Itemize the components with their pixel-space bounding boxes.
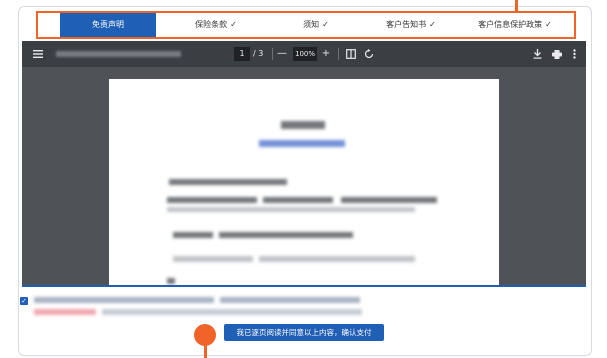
print-icon[interactable] [550, 41, 564, 67]
pdf-page [109, 79, 499, 285]
page-total: / 3 [253, 49, 264, 58]
checkmark-icon: ✓ [230, 20, 237, 29]
toolbar-divider [338, 48, 339, 60]
blurred-text [263, 197, 333, 203]
checkmark-icon: ✓ [429, 20, 436, 29]
checkmark-icon: ✓ [322, 20, 329, 29]
rotate-icon[interactable] [362, 41, 376, 67]
fit-page-icon[interactable] [344, 41, 358, 67]
download-icon[interactable] [530, 41, 544, 67]
annotation-marker-dot [194, 324, 216, 346]
zoom-input[interactable]: 100% [293, 47, 317, 61]
tab-customer-notice[interactable]: 客户告知书 ✓ [366, 13, 456, 37]
tab-notice[interactable]: 须知 ✓ [276, 13, 356, 37]
tab-label: 客户告知书 [386, 20, 427, 29]
viewer-bottom-border [22, 285, 586, 287]
blurred-text [341, 197, 437, 203]
tab-privacy-policy[interactable]: 客户信息保护政策 ✓ [462, 13, 568, 37]
agreement-text-blurred [220, 297, 360, 303]
menu-icon[interactable] [30, 41, 46, 67]
agreement-link-blurred[interactable] [34, 309, 96, 315]
pdf-toolbar: 1 / 3 — 100% + [22, 41, 586, 67]
tab-label: 免责声明 [92, 20, 124, 29]
agreement-text-blurred [34, 297, 214, 303]
agree-checkbox[interactable]: ✓ [20, 297, 28, 305]
blurred-text [281, 121, 325, 129]
tab-label: 客户信息保护政策 [478, 20, 543, 29]
more-icon[interactable] [568, 41, 580, 67]
toolbar-divider [272, 48, 273, 60]
blurred-text [219, 232, 353, 238]
blurred-text [169, 179, 287, 185]
tab-label: 须知 [303, 20, 320, 29]
blurred-text [167, 197, 257, 203]
blurred-text [259, 256, 415, 262]
zoom-in-button[interactable]: + [320, 41, 332, 67]
blurred-text [167, 278, 175, 284]
annotation-marker-line [204, 344, 207, 358]
document-tab-bar: 免责声明 保险条款 ✓ 须知 ✓ 客户告知书 ✓ 客户信息保护政策 ✓ [36, 11, 576, 39]
tab-insurance-terms[interactable]: 保险条款 ✓ [166, 13, 266, 37]
checkmark-icon: ✓ [545, 20, 552, 29]
blurred-text [167, 207, 415, 212]
document-title-blurred [56, 51, 181, 57]
page-number-input[interactable]: 1 [234, 47, 250, 61]
tab-label: 保险条款 [195, 20, 228, 29]
blurred-text [173, 256, 253, 262]
tab-disclaimer[interactable]: 免责声明 [60, 13, 156, 37]
agreement-text-blurred [102, 309, 362, 315]
zoom-out-button[interactable]: — [276, 41, 288, 67]
confirm-pay-button[interactable]: 我已逐页阅读并同意以上内容，确认支付 [224, 324, 384, 341]
pdf-viewer[interactable] [22, 67, 586, 285]
blurred-text [173, 232, 213, 238]
blurred-text [259, 140, 345, 147]
